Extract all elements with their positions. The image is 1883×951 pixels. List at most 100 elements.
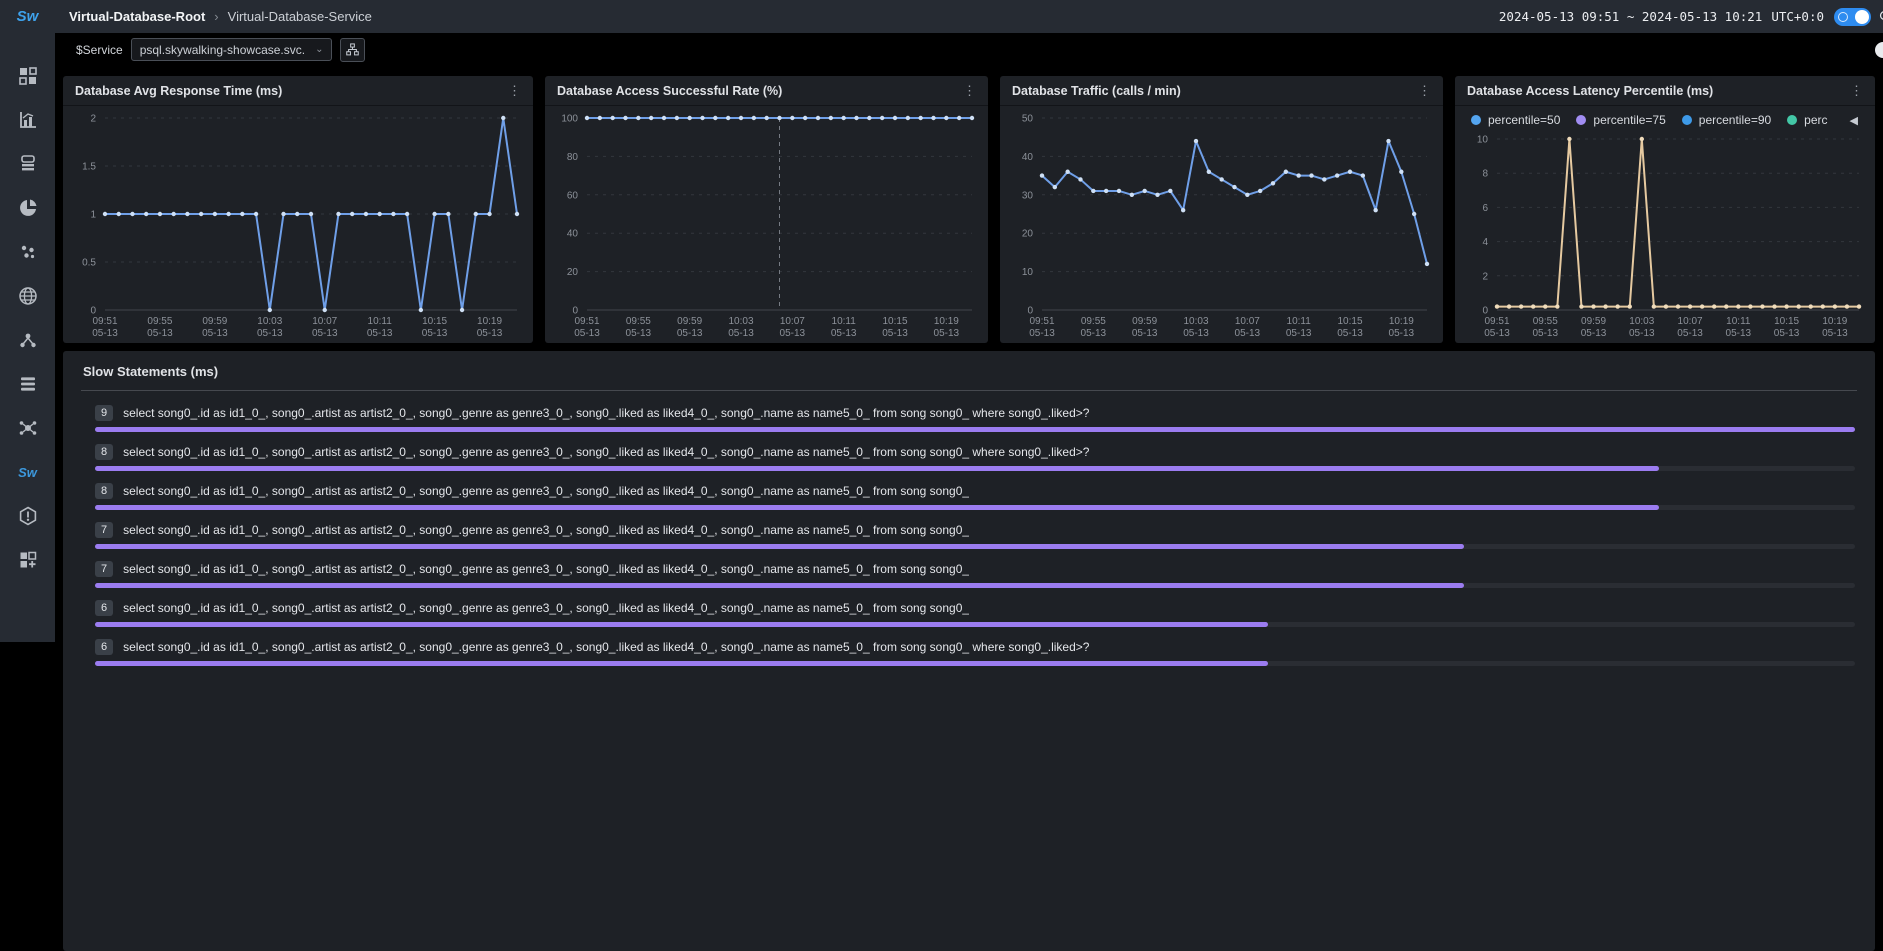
legend-item[interactable]: percentile=90 xyxy=(1682,113,1771,127)
svg-text:09:51: 09:51 xyxy=(92,316,117,327)
slow-statement-row: 9select song0_.id as id1_0_, song0_.arti… xyxy=(95,405,1855,432)
legend-item[interactable]: percentile=50 xyxy=(1471,113,1560,127)
svg-text:10:19: 10:19 xyxy=(477,316,502,327)
legend-item[interactable]: percentile=75 xyxy=(1576,113,1665,127)
svg-text:09:51: 09:51 xyxy=(1484,316,1509,327)
duration-bar xyxy=(95,427,1855,432)
svg-text:05-13: 05-13 xyxy=(202,328,228,339)
svg-text:05-13: 05-13 xyxy=(257,328,283,339)
chart-panel-2: Database Traffic (calls / min)⋮504030201… xyxy=(1000,76,1443,343)
sql-statement: select song0_.id as id1_0_, song0_.artis… xyxy=(123,406,1089,420)
sidebar-item-sw-active[interactable]: Sw xyxy=(17,461,39,483)
duration-bar-track xyxy=(95,505,1855,510)
svg-text:2: 2 xyxy=(1482,271,1488,282)
chart-panel-header: Database Access Latency Percentile (ms) ⋮ xyxy=(1455,76,1875,106)
legend-label: percentile=50 xyxy=(1488,113,1560,127)
legend-scroll-left-icon[interactable]: ◀ xyxy=(1850,114,1858,127)
svg-text:10: 10 xyxy=(1477,135,1489,146)
chart-panel-0: Database Avg Response Time (ms)⋮21.510.5… xyxy=(63,76,533,343)
sidebar-item-database-icon[interactable] xyxy=(17,153,39,175)
sidebar-item-dashboard-icon[interactable] xyxy=(17,65,39,87)
svg-text:05-13: 05-13 xyxy=(92,328,118,339)
slow-statements-title: Slow Statements (ms) xyxy=(81,361,1857,390)
duration-bar-track xyxy=(95,427,1855,432)
chart-legend: percentile=50 percentile=75 percentile=90 p… xyxy=(1455,106,1875,127)
service-select-value: psql.skywalking-showcase.svc. xyxy=(140,43,305,57)
svg-text:05-13: 05-13 xyxy=(1581,328,1607,339)
duration-bar-track xyxy=(95,466,1855,471)
svg-text:05-13: 05-13 xyxy=(780,328,806,339)
sidebar-item-globe-icon[interactable] xyxy=(17,285,39,307)
svg-text:09:55: 09:55 xyxy=(1533,316,1558,327)
svg-text:05-13: 05-13 xyxy=(1726,328,1752,339)
svg-text:05-13: 05-13 xyxy=(1484,328,1510,339)
slow-statement-row: 8select song0_.id as id1_0_, song0_.arti… xyxy=(95,444,1855,471)
svg-text:0: 0 xyxy=(90,306,96,317)
auto-refresh-toggle[interactable] xyxy=(1834,8,1871,26)
svg-text:05-13: 05-13 xyxy=(1286,328,1312,339)
sidebar-item-bar-chart-icon[interactable] xyxy=(17,109,39,131)
legend-label: perc xyxy=(1804,113,1827,127)
duration-bar xyxy=(95,622,1268,627)
svg-text:05-13: 05-13 xyxy=(882,328,908,339)
legend-label: percentile=90 xyxy=(1699,113,1771,127)
skywalking-dashboard: { "topbar": { "logo_text": "Sw", "breadc… xyxy=(0,0,1883,642)
edge-floating-button[interactable] xyxy=(1875,42,1883,58)
skywalking-logo-icon: Sw xyxy=(17,8,39,25)
slow-statement-row: 6select song0_.id as id1_0_, song0_.arti… xyxy=(95,600,1855,627)
svg-text:05-13: 05-13 xyxy=(1677,328,1703,339)
svg-text:10:03: 10:03 xyxy=(1629,316,1654,327)
svg-text:09:51: 09:51 xyxy=(1029,316,1054,327)
svg-text:05-13: 05-13 xyxy=(147,328,173,339)
svg-text:05-13: 05-13 xyxy=(1235,328,1261,339)
svg-text:10:03: 10:03 xyxy=(257,316,282,327)
chart-plot: 10080604020009:5105-1309:5505-1309:5905-… xyxy=(545,106,988,343)
refresh-icon[interactable]: ⟳ xyxy=(1879,7,1883,25)
svg-text:10:19: 10:19 xyxy=(1389,316,1414,327)
sidebar-item-topology-icon[interactable] xyxy=(17,329,39,351)
sidebar-item-scatter-icon[interactable] xyxy=(17,241,39,263)
chart-title: Database Access Latency Percentile (ms) xyxy=(1467,84,1713,98)
sidebar-item-hub-icon[interactable] xyxy=(17,417,39,439)
svg-text:10:07: 10:07 xyxy=(1678,316,1703,327)
slow-statement-text-line: 6select song0_.id as id1_0_, song0_.arti… xyxy=(95,639,1855,655)
svg-text:05-13: 05-13 xyxy=(422,328,448,339)
chart-plot: 21.510.5009:5105-1309:5505-1309:5905-131… xyxy=(63,106,533,343)
kebab-menu-icon[interactable]: ⋮ xyxy=(1842,83,1863,99)
slow-statement-text-line: 7select song0_.id as id1_0_, song0_.arti… xyxy=(95,522,1855,538)
sql-statement: select song0_.id as id1_0_, song0_.artis… xyxy=(123,562,969,576)
sql-statement: select song0_.id as id1_0_, song0_.artis… xyxy=(123,445,1089,459)
sidebar-item-list-icon[interactable] xyxy=(17,373,39,395)
topology-button[interactable] xyxy=(340,38,365,62)
service-toolbar: $Service psql.skywalking-showcase.svc. ⌄ xyxy=(55,33,1883,66)
chart-title: Database Access Successful Rate (%) xyxy=(557,84,782,98)
svg-text:09:59: 09:59 xyxy=(677,316,702,327)
legend-item[interactable]: perc xyxy=(1787,113,1827,127)
legend-label: percentile=75 xyxy=(1593,113,1665,127)
time-range-picker[interactable]: 2024-05-13 09:51 ~ 2024-05-13 10:21 xyxy=(1499,9,1762,24)
svg-text:10:11: 10:11 xyxy=(368,316,393,327)
svg-text:05-13: 05-13 xyxy=(934,328,960,339)
sidebar-item-alert-icon[interactable] xyxy=(17,505,39,527)
chart-plot: 5040302010009:5105-1309:5505-1309:5905-1… xyxy=(1000,106,1443,343)
svg-text:20: 20 xyxy=(1022,229,1034,240)
legend-dot-icon xyxy=(1576,115,1586,125)
clock-icon xyxy=(1838,12,1848,22)
duration-badge: 8 xyxy=(95,483,113,499)
svg-text:05-13: 05-13 xyxy=(1337,328,1363,339)
kebab-menu-icon[interactable]: ⋮ xyxy=(1410,83,1431,99)
sidebar: Sw Sw xyxy=(0,0,55,642)
sidebar-item-pie-chart-icon[interactable] xyxy=(17,197,39,219)
top-navigation-bar: Virtual-Database-Root › Virtual-Database… xyxy=(55,0,1883,33)
breadcrumb-root[interactable]: Virtual-Database-Root xyxy=(69,9,205,24)
svg-text:60: 60 xyxy=(567,190,579,201)
kebab-menu-icon[interactable]: ⋮ xyxy=(500,83,521,99)
svg-text:05-13: 05-13 xyxy=(728,328,754,339)
sitemap-icon xyxy=(346,43,359,56)
kebab-menu-icon[interactable]: ⋮ xyxy=(955,83,976,99)
duration-badge: 6 xyxy=(95,600,113,616)
service-select[interactable]: psql.skywalking-showcase.svc. ⌄ xyxy=(131,38,333,61)
sidebar-item-grid-plus-icon[interactable] xyxy=(17,549,39,571)
svg-text:10:15: 10:15 xyxy=(422,316,447,327)
svg-text:05-13: 05-13 xyxy=(1774,328,1800,339)
